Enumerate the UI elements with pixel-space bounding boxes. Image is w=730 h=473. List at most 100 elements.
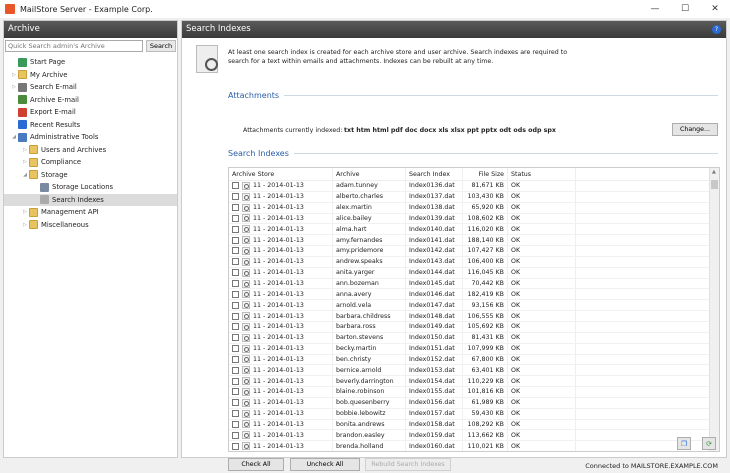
- expand-arrow-icon[interactable]: ▷: [21, 159, 29, 165]
- archive-cell: anna.avery: [333, 289, 406, 300]
- row-checkbox[interactable]: [232, 269, 239, 277]
- row-checkbox[interactable]: [232, 204, 239, 212]
- row-checkbox[interactable]: [232, 290, 239, 298]
- tree-item-storage-locations[interactable]: Storage Locations: [4, 181, 177, 194]
- expand-arrow-icon[interactable]: ▷: [21, 209, 29, 215]
- tree-item-export-e-mail[interactable]: Export E-mail: [4, 106, 177, 119]
- search-index-cell: Index0147.dat: [406, 300, 463, 311]
- tree-item-archive-e-mail[interactable]: Archive E-mail: [4, 94, 177, 107]
- search-index-icon: [242, 322, 250, 331]
- tree-item-search-indexes[interactable]: Search Indexes: [4, 193, 177, 206]
- table-row[interactable]: 11 - 2014-01-13 alice.bailey Index0139.d…: [229, 213, 719, 225]
- row-checkbox[interactable]: [232, 377, 239, 385]
- row-checkbox[interactable]: [232, 323, 239, 331]
- row-checkbox[interactable]: [232, 247, 239, 255]
- rebuild-search-indexes-button[interactable]: Rebuild Search Indexes: [365, 458, 451, 471]
- scroll-up-icon[interactable]: ▲: [712, 169, 716, 175]
- status-cell: OK: [508, 430, 576, 441]
- table-row[interactable]: 11 - 2014-01-13 alberto.charles Index013…: [229, 191, 719, 203]
- expand-arrow-icon[interactable]: ◢: [10, 134, 18, 140]
- column-status[interactable]: Status: [508, 168, 576, 180]
- help-icon[interactable]: ?: [712, 25, 721, 34]
- refresh-icon[interactable]: ⟳: [702, 437, 716, 450]
- column-archive-store[interactable]: Archive Store: [229, 168, 333, 180]
- column-search-index[interactable]: Search Index: [406, 168, 463, 180]
- expand-arrow-icon[interactable]: ▷: [21, 222, 29, 228]
- tree-item-storage[interactable]: ◢ Storage: [4, 169, 177, 182]
- search-button[interactable]: Search: [146, 40, 176, 52]
- row-checkbox[interactable]: [232, 193, 239, 201]
- table-row[interactable]: 11 - 2014-01-13 barton.stevens Index0150…: [229, 332, 719, 344]
- row-checkbox[interactable]: [232, 312, 239, 320]
- row-checkbox[interactable]: [232, 345, 239, 353]
- row-checkbox[interactable]: [232, 420, 239, 428]
- table-row[interactable]: 11 - 2014-01-13 ann.bozeman Index0145.da…: [229, 278, 719, 290]
- table-row[interactable]: 11 - 2014-01-13 alex.martin Index0138.da…: [229, 202, 719, 214]
- table-row[interactable]: 11 - 2014-01-13 anita.yarger Index0144.d…: [229, 267, 719, 279]
- row-checkbox[interactable]: [232, 388, 239, 396]
- expand-arrow-icon[interactable]: ▷: [10, 72, 18, 78]
- row-checkbox[interactable]: [232, 334, 239, 342]
- uncheck-all-button[interactable]: Uncheck All: [290, 458, 360, 471]
- tree-item-recent-results[interactable]: Recent Results: [4, 119, 177, 132]
- table-row[interactable]: 11 - 2014-01-13 alma.hart Index0140.dat …: [229, 224, 719, 236]
- row-checkbox[interactable]: [232, 355, 239, 363]
- table-row[interactable]: 11 - 2014-01-13 bobbie.lebowitz Index015…: [229, 408, 719, 420]
- row-checkbox[interactable]: [232, 280, 239, 288]
- close-button[interactable]: ✕: [700, 0, 730, 18]
- row-checkbox[interactable]: [232, 431, 239, 439]
- table-row[interactable]: 11 - 2014-01-13 amy.pridemore Index0142.…: [229, 246, 719, 257]
- table-row[interactable]: 11 - 2014-01-13 blaine.robinson Index015…: [229, 387, 719, 398]
- search-index-cell: Index0153.dat: [406, 365, 463, 376]
- row-checkbox[interactable]: [232, 399, 239, 407]
- start-page-icon: [18, 57, 27, 67]
- search-index-icon: [242, 398, 250, 407]
- table-row[interactable]: 11 - 2014-01-13 barbara.ross Index0149.d…: [229, 321, 719, 333]
- expand-arrow-icon[interactable]: ◢: [21, 172, 29, 178]
- copy-icon[interactable]: ❐: [677, 437, 691, 450]
- row-checkbox[interactable]: [232, 442, 239, 450]
- table-row[interactable]: 11 - 2014-01-13 beverly.darrington Index…: [229, 376, 719, 388]
- table-row[interactable]: 11 - 2014-01-13 andrew.speaks Index0143.…: [229, 256, 719, 268]
- table-row[interactable]: 11 - 2014-01-13 brandon.easley Index0159…: [229, 430, 719, 442]
- table-row[interactable]: 11 - 2014-01-13 ben.christy Index0152.da…: [229, 354, 719, 366]
- column-archive[interactable]: Archive: [333, 168, 406, 180]
- table-row[interactable]: 11 - 2014-01-13 brenda.holland Index0160…: [229, 441, 719, 451]
- table-row[interactable]: 11 - 2014-01-13 becky.martin Index0151.d…: [229, 343, 719, 355]
- table-row[interactable]: 11 - 2014-01-13 bonita.andrews Index0158…: [229, 419, 719, 431]
- table-row[interactable]: 11 - 2014-01-13 barbara.childress Index0…: [229, 311, 719, 322]
- table-row[interactable]: 11 - 2014-01-13 amy.fernandes Index0141.…: [229, 235, 719, 247]
- table-row[interactable]: 11 - 2014-01-13 bernice.arnold Index0153…: [229, 365, 719, 377]
- column-file-size[interactable]: File Size: [463, 168, 508, 180]
- change-button[interactable]: Change...: [672, 123, 718, 136]
- row-checkbox[interactable]: [232, 225, 239, 233]
- row-checkbox[interactable]: [232, 214, 239, 222]
- tree-item-management-api[interactable]: ▷ Management API: [4, 206, 177, 219]
- maximize-button[interactable]: ☐: [670, 0, 700, 18]
- row-checkbox[interactable]: [232, 366, 239, 374]
- row-checkbox[interactable]: [232, 182, 239, 190]
- table-row[interactable]: 11 - 2014-01-13 adam.tunney Index0136.da…: [229, 181, 719, 192]
- row-checkbox[interactable]: [232, 258, 239, 266]
- table-row[interactable]: 11 - 2014-01-13 arnold.vela Index0147.da…: [229, 300, 719, 312]
- tree-item-compliance[interactable]: ▷ Compliance: [4, 156, 177, 169]
- row-checkbox[interactable]: [232, 301, 239, 309]
- search-index-cell: Index0146.dat: [406, 289, 463, 300]
- tree-item-start-page[interactable]: Start Page: [4, 56, 177, 69]
- check-all-button[interactable]: Check All: [228, 458, 284, 471]
- table-row[interactable]: 11 - 2014-01-13 anna.avery Index0146.dat…: [229, 289, 719, 301]
- vertical-scrollbar[interactable]: ▲: [709, 168, 719, 451]
- row-checkbox[interactable]: [232, 410, 239, 418]
- row-checkbox[interactable]: [232, 236, 239, 244]
- expand-arrow-icon[interactable]: ▷: [21, 147, 29, 153]
- tree-item-users-and-archives[interactable]: ▷ Users and Archives: [4, 144, 177, 157]
- tree-item-my-archive[interactable]: ▷ My Archive: [4, 69, 177, 82]
- tree-item-search-e-mail[interactable]: ▷ Search E-mail: [4, 81, 177, 94]
- scrollbar-thumb[interactable]: [711, 180, 718, 189]
- minimize-button[interactable]: —: [640, 0, 670, 18]
- expand-arrow-icon[interactable]: ▷: [10, 84, 18, 90]
- tree-item-miscellaneous[interactable]: ▷ Miscellaneous: [4, 219, 177, 232]
- table-row[interactable]: 11 - 2014-01-13 bob.quesenberry Index015…: [229, 397, 719, 409]
- tree-item-administrative-tools[interactable]: ◢ Administrative Tools: [4, 131, 177, 144]
- quick-search-input[interactable]: [5, 40, 143, 52]
